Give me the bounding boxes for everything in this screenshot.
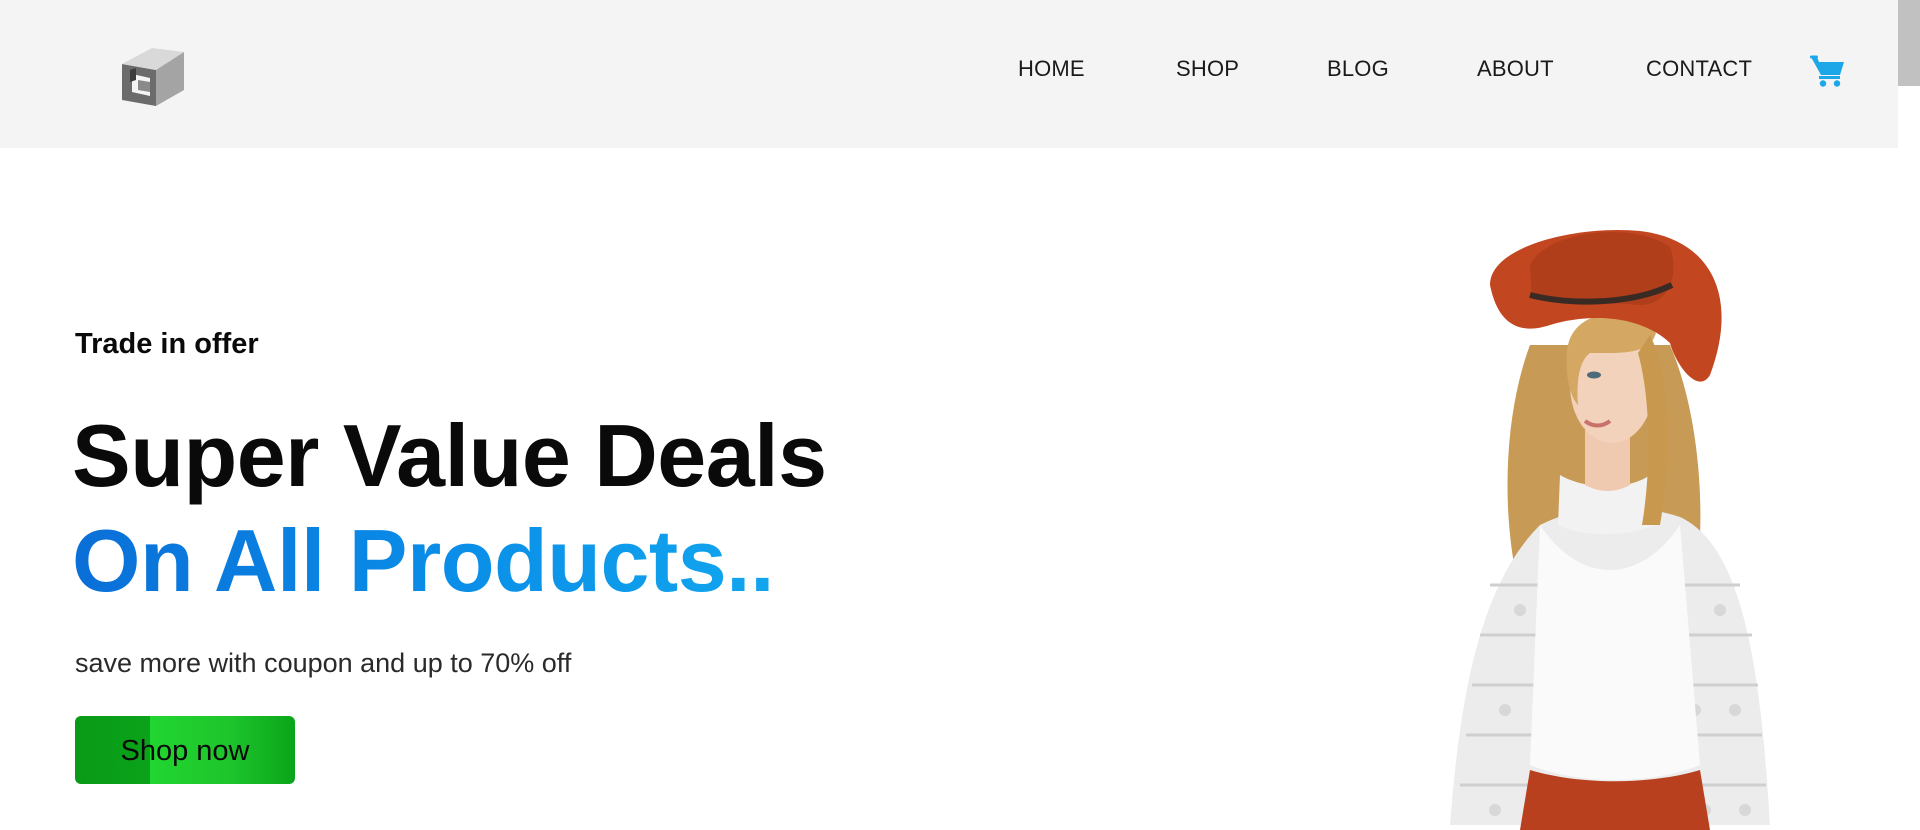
hero-kicker: Trade in offer [75,328,259,360]
scrollbar-track[interactable] [1898,0,1920,830]
nav-home-link[interactable]: HOME [1018,56,1085,82]
nav-about-link[interactable]: ABOUT [1477,56,1554,82]
main-nav: HOME SHOP BLOG ABOUT CONTACT [0,56,1920,88]
hero-title-line2: On All Products.. [72,511,775,610]
shop-now-label: Shop now [120,734,250,767]
hero-model-image [1380,225,1820,830]
shopping-cart-icon[interactable] [1810,54,1846,88]
site-header: HOME SHOP BLOG ABOUT CONTACT [0,0,1920,148]
hero-subtitle: save more with coupon and up to 70% off [75,648,572,678]
page: HOME SHOP BLOG ABOUT CONTACT Trade in of… [0,0,1920,830]
hero-title-line1: Super Value Deals [72,406,827,505]
nav-shop-link[interactable]: SHOP [1176,56,1239,82]
nav-contact-link[interactable]: CONTACT [1646,56,1752,82]
scrollbar-thumb[interactable] [1898,0,1920,86]
shop-now-button[interactable]: Shop now [75,716,295,784]
nav-blog-link[interactable]: BLOG [1327,56,1389,82]
